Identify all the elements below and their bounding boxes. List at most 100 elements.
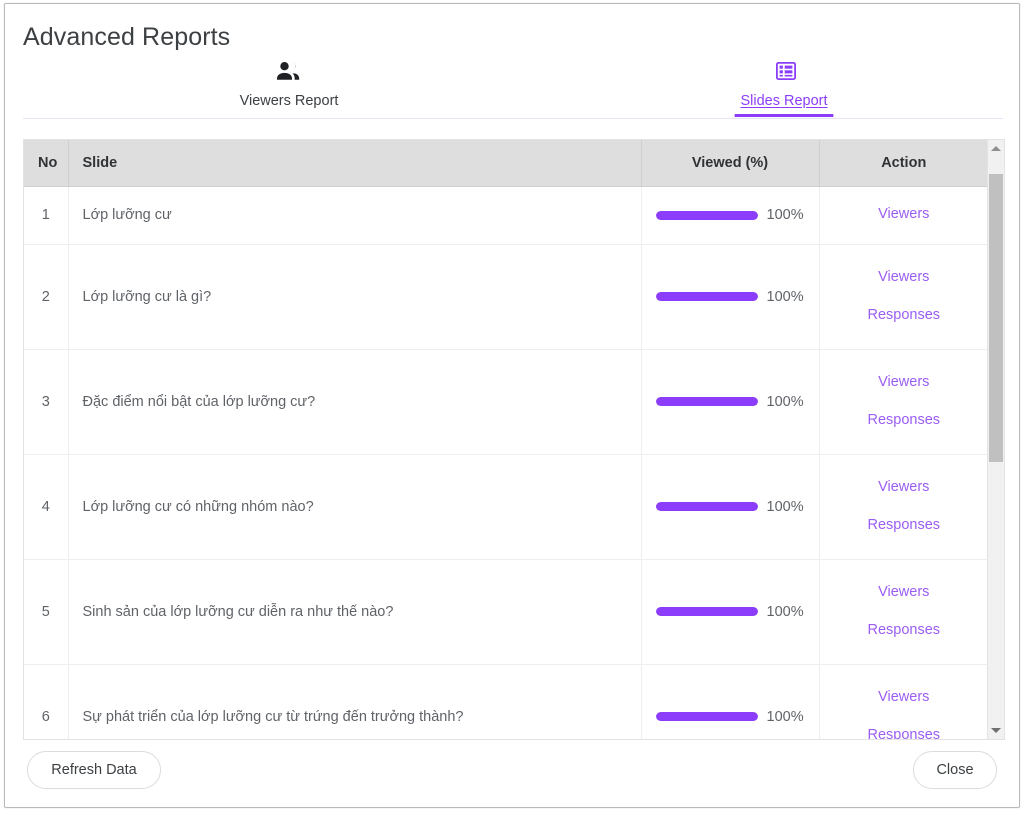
progress-fill (655, 712, 758, 721)
cell-viewed: 100% (641, 454, 820, 560)
action-links: Viewers Responses (834, 245, 975, 349)
action-link-viewers[interactable]: Viewers (878, 206, 929, 223)
chevron-down-icon (991, 728, 1001, 733)
viewed-percent-label: 100% (766, 288, 804, 305)
action-link-viewers[interactable]: Viewers (878, 479, 929, 496)
cell-no: 3 (24, 349, 69, 455)
viewed-percent-label: 100% (766, 393, 804, 410)
refresh-data-button[interactable]: Refresh Data (27, 751, 161, 789)
viewed-progress: 100% (655, 603, 805, 620)
cell-viewed: 100% (641, 559, 820, 665)
cell-viewed: 100% (641, 244, 820, 350)
slides-report-table-container: No Slide Viewed (%) Action 1 Lớp lưỡng cư… (23, 139, 1005, 740)
table-row: 5 Sinh sản của lớp lưỡng cư diễn ra như t… (24, 559, 988, 665)
progress-fill (655, 397, 758, 406)
action-links: Viewers (834, 187, 975, 244)
advanced-reports-dialog: Advanced Reports Viewers Report Slides R… (4, 3, 1020, 808)
tab-slides-report[interactable]: Slides Report (674, 59, 894, 117)
cell-viewed: 100% (641, 349, 820, 455)
action-link-responses[interactable]: Responses (867, 727, 940, 740)
report-tabs: Viewers Report Slides Report (23, 59, 1003, 119)
progress-track (655, 712, 758, 721)
cell-no: 2 (24, 244, 69, 350)
action-link-viewers[interactable]: Viewers (878, 584, 929, 601)
slides-report-table: No Slide Viewed (%) Action 1 Lớp lưỡng cư… (24, 140, 988, 739)
action-links: Viewers Responses (834, 455, 975, 559)
action-link-viewers[interactable]: Viewers (878, 689, 929, 706)
table-body: 1 Lớp lưỡng cư 100% Viewers 2 Lớp lưỡng cư là… (24, 186, 988, 739)
cell-slide-title: Sinh sản của lớp lưỡng cư diễn ra như th… (68, 559, 642, 665)
table-scrollbar[interactable] (987, 140, 1004, 739)
table-header-row: No Slide Viewed (%) Action (24, 140, 988, 187)
cell-slide-title: Lớp lưỡng cư là gì? (68, 244, 642, 350)
progress-fill (655, 292, 758, 301)
action-link-responses[interactable]: Responses (867, 622, 940, 639)
chevron-up-icon (991, 146, 1001, 151)
column-header-slide: Slide (68, 140, 642, 187)
column-header-no: No (24, 140, 69, 187)
viewed-progress: 100% (655, 708, 805, 725)
progress-fill (655, 210, 758, 220)
table-row: 3 Đặc điểm nổi bật của lớp lưỡng cư? 100% V… (24, 349, 988, 455)
cell-no: 5 (24, 559, 69, 665)
action-link-viewers[interactable]: Viewers (878, 374, 929, 391)
viewed-progress: 100% (655, 288, 805, 305)
viewed-progress: 100% (655, 207, 805, 223)
action-link-responses[interactable]: Responses (867, 412, 940, 429)
cell-viewed: 100% (641, 186, 820, 245)
progress-track (655, 397, 758, 406)
table-row: 2 Lớp lưỡng cư là gì? 100% Viewers Responses (24, 244, 988, 350)
viewed-percent-label: 100% (766, 603, 804, 620)
cell-action: Viewers (819, 186, 988, 245)
column-header-action: Action (819, 140, 988, 187)
tab-viewers-report[interactable]: Viewers Report (179, 59, 399, 114)
viewed-progress: 100% (655, 393, 805, 410)
action-link-viewers[interactable]: Viewers (878, 269, 929, 286)
cell-viewed: 100% (641, 664, 820, 739)
viewed-progress: 100% (655, 498, 805, 515)
cell-action: Viewers Responses (819, 244, 988, 350)
table-header: No Slide Viewed (%) Action (24, 140, 988, 187)
action-links: Viewers Responses (834, 560, 975, 664)
cell-no: 6 (24, 664, 69, 739)
action-link-responses[interactable]: Responses (867, 517, 940, 534)
close-button[interactable]: Close (913, 751, 997, 789)
scrollbar-thumb[interactable] (989, 173, 1003, 463)
viewed-percent-label: 100% (766, 207, 804, 223)
progress-track (655, 292, 758, 301)
cell-slide-title: Đặc điểm nổi bật của lớp lưỡng cư? (68, 349, 642, 455)
action-links: Viewers Responses (834, 665, 975, 740)
progress-fill (655, 502, 758, 511)
action-links: Viewers Responses (834, 350, 975, 454)
progress-track (655, 502, 758, 511)
tab-underline-active (734, 114, 834, 117)
table-row: 6 Sự phát triển của lớp lưỡng cư từ trứng… (24, 664, 988, 739)
action-link-responses[interactable]: Responses (867, 307, 940, 324)
table-row: 4 Lớp lưỡng cư có những nhóm nào? 100% View… (24, 454, 988, 560)
cell-slide-title: Lớp lưỡng cư có những nhóm nào? (68, 454, 642, 560)
progress-track (655, 210, 758, 220)
progress-track (655, 607, 758, 616)
table-scroll-viewport: No Slide Viewed (%) Action 1 Lớp lưỡng cư… (24, 140, 988, 739)
cell-slide-title: Sự phát triển của lớp lưỡng cư từ trứng … (68, 664, 642, 739)
tab-viewers-report-label: Viewers Report (239, 93, 339, 109)
table-row: 1 Lớp lưỡng cư 100% Viewers (24, 186, 988, 245)
cell-action: Viewers Responses (819, 454, 988, 560)
scrollbar-down-button[interactable] (988, 722, 1004, 739)
cell-no: 4 (24, 454, 69, 560)
cell-action: Viewers Responses (819, 664, 988, 739)
scrollbar-up-button[interactable] (988, 140, 1004, 157)
column-header-viewed: Viewed (%) (641, 140, 820, 187)
cell-action: Viewers Responses (819, 559, 988, 665)
screenshot-root: Advanced Reports Viewers Report Slides R… (0, 0, 1024, 813)
viewed-percent-label: 100% (766, 708, 804, 725)
tab-slides-report-label: Slides Report (740, 93, 828, 109)
page-title: Advanced Reports (23, 23, 231, 51)
progress-fill (655, 607, 758, 616)
cell-slide-title: Lớp lưỡng cư (68, 186, 642, 245)
people-icon (179, 59, 399, 85)
viewed-percent-label: 100% (766, 498, 804, 515)
cell-no: 1 (24, 186, 69, 245)
tabs-divider (23, 118, 1003, 119)
table-grid-icon (674, 59, 894, 85)
